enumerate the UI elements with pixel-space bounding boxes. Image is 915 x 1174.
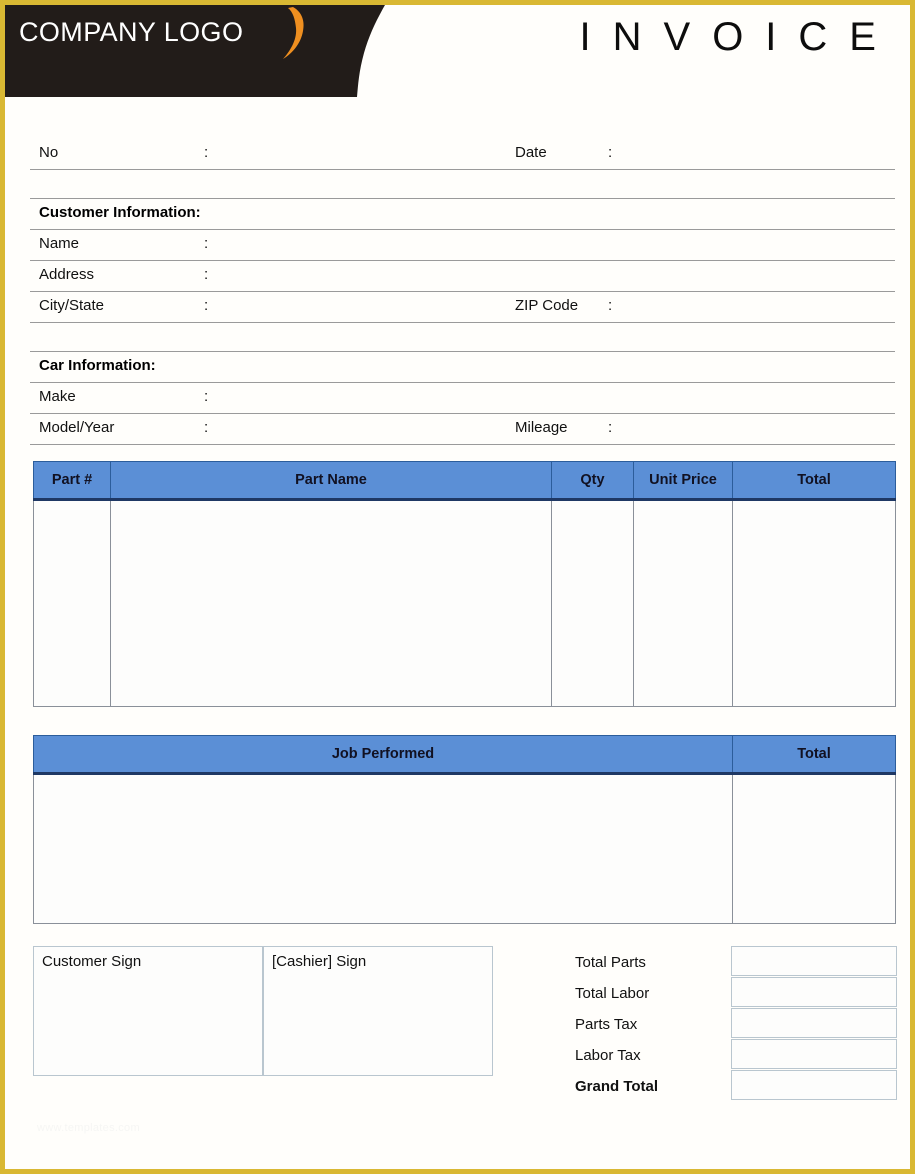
- cashier-signature-box[interactable]: [Cashier] Sign: [263, 946, 493, 1076]
- cell-total[interactable]: [732, 499, 896, 707]
- car-information-header: Car Information:: [30, 352, 895, 383]
- date-label: Date: [515, 144, 547, 161]
- totals-area: Total Parts Total Labor Parts Tax Labor …: [575, 946, 897, 1101]
- cell-part-name[interactable]: [110, 499, 552, 707]
- totals-row-labor-tax: Labor Tax: [575, 1039, 897, 1070]
- field-row-model-year: Model/Year : Mileage :: [30, 414, 895, 445]
- watermark-text: www.templates.com: [37, 1122, 140, 1134]
- cell-unit-price[interactable]: [633, 499, 733, 707]
- mileage-colon: :: [608, 419, 613, 436]
- model-year-label: Model/Year: [39, 419, 115, 436]
- labor-tax-label: Labor Tax: [575, 1047, 641, 1064]
- column-header-unit-price: Unit Price: [633, 461, 733, 501]
- grand-total-label: Grand Total: [575, 1078, 659, 1095]
- column-header-part-name: Part Name: [110, 461, 552, 501]
- parts-table: Part # Part Name Qty Unit Price Total: [33, 461, 896, 707]
- no-colon: :: [204, 144, 209, 161]
- field-row-make: Make :: [30, 383, 895, 414]
- date-colon: :: [608, 144, 613, 161]
- job-performed-table: Job Performed Total: [33, 735, 896, 924]
- column-header-job-performed: Job Performed: [33, 735, 733, 775]
- page-title: INVOICE: [579, 15, 898, 59]
- no-label: No: [39, 144, 59, 161]
- total-parts-label: Total Parts: [575, 954, 646, 971]
- labor-tax-value[interactable]: [731, 1039, 897, 1069]
- zip-code-colon: :: [608, 297, 613, 314]
- company-logo-text: COMPANY LOGO: [19, 17, 244, 47]
- field-spacer-1: [30, 170, 895, 199]
- make-colon: :: [204, 388, 209, 405]
- total-labor-label: Total Labor: [575, 985, 650, 1002]
- mileage-label: Mileage: [515, 419, 568, 436]
- parts-tax-label: Parts Tax: [575, 1016, 638, 1033]
- table-row: [33, 773, 896, 924]
- name-colon: :: [204, 235, 209, 252]
- car-information-title: Car Information:: [39, 357, 156, 374]
- logo-banner: COMPANY LOGO: [5, 5, 425, 97]
- field-row-no-date: No : Date :: [30, 139, 895, 170]
- totals-row-total-parts: Total Parts: [575, 946, 897, 977]
- field-row-city-state: City/State : ZIP Code :: [30, 292, 895, 323]
- customer-signature-label: Customer Sign: [42, 953, 142, 970]
- cell-job-performed[interactable]: [33, 773, 733, 924]
- grand-total-value[interactable]: [731, 1070, 897, 1100]
- signature-area: Customer Sign [Cashier] Sign: [33, 946, 493, 1076]
- cell-part-number[interactable]: [33, 499, 111, 707]
- customer-information-title: Customer Information:: [39, 204, 201, 221]
- column-header-qty: Qty: [551, 461, 634, 501]
- totals-row-grand-total: Grand Total: [575, 1070, 897, 1101]
- cashier-signature-label: [Cashier] Sign: [272, 953, 367, 970]
- page-header: COMPANY LOGO INVOICE: [5, 5, 910, 97]
- model-year-colon: :: [204, 419, 209, 436]
- zip-code-label: ZIP Code: [515, 297, 579, 314]
- city-state-colon: :: [204, 297, 209, 314]
- cell-job-total[interactable]: [732, 773, 896, 924]
- total-labor-value[interactable]: [731, 977, 897, 1007]
- parts-table-header-row: Part # Part Name Qty Unit Price Total: [33, 461, 896, 501]
- name-label: Name: [39, 235, 80, 252]
- make-label: Make: [39, 388, 76, 405]
- totals-row-total-labor: Total Labor: [575, 977, 897, 1008]
- field-row-name: Name :: [30, 230, 895, 261]
- invoice-page: COMPANY LOGO INVOICE No : Date : Custome…: [0, 0, 915, 1174]
- column-header-job-total: Total: [732, 735, 896, 775]
- city-state-label: City/State: [39, 297, 105, 314]
- table-row: [33, 499, 896, 707]
- customer-information-header: Customer Information:: [30, 199, 895, 230]
- job-table-header-row: Job Performed Total: [33, 735, 896, 775]
- address-label: Address: [39, 266, 95, 283]
- column-header-part-number: Part #: [33, 461, 111, 501]
- field-row-address: Address :: [30, 261, 895, 292]
- invoice-fields: No : Date : Customer Information: Name :…: [30, 139, 895, 445]
- totals-row-parts-tax: Parts Tax: [575, 1008, 897, 1039]
- field-spacer-2: [30, 323, 895, 352]
- parts-tax-value[interactable]: [731, 1008, 897, 1038]
- customer-signature-box[interactable]: Customer Sign: [33, 946, 263, 1076]
- cell-qty[interactable]: [551, 499, 634, 707]
- total-parts-value[interactable]: [731, 946, 897, 976]
- column-header-total: Total: [732, 461, 896, 501]
- address-colon: :: [204, 266, 209, 283]
